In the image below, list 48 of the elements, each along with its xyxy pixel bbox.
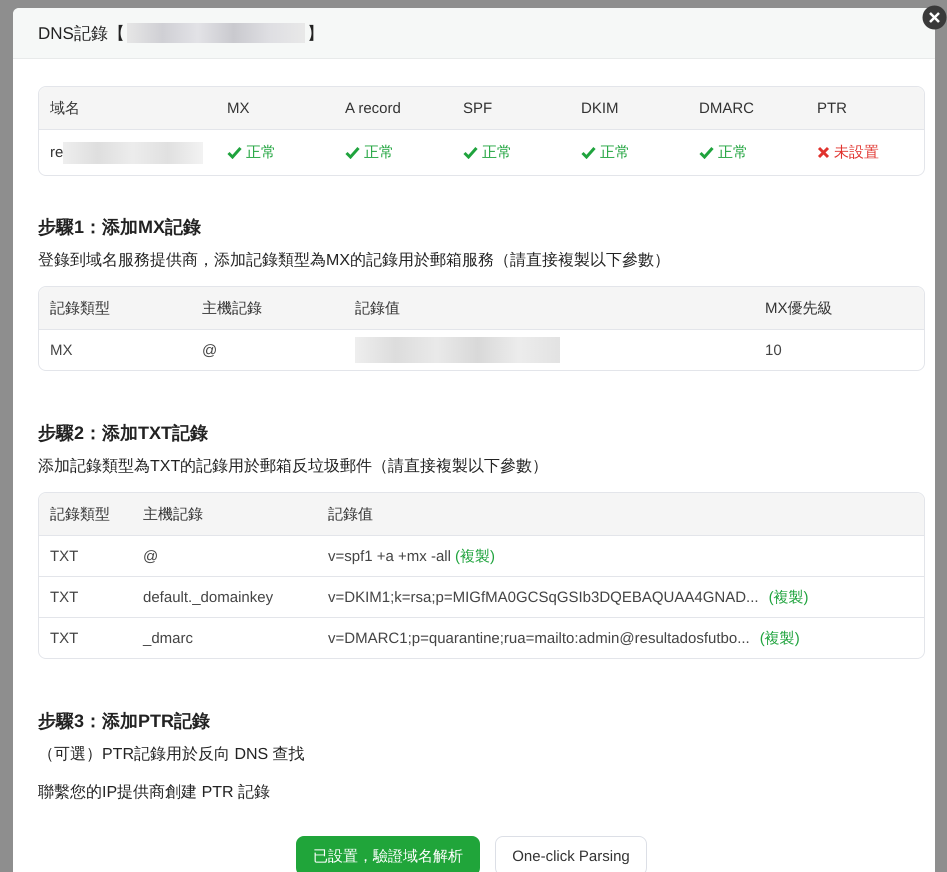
- column-header: 域名: [50, 98, 81, 118]
- column-header: 記錄類型: [50, 298, 111, 318]
- record-value: v=DKIM1;k=rsa;p=MIGfMA0GCSqGSIb3DQEBAQUAA4GNAD...: [328, 588, 759, 606]
- status-text: 正常: [482, 143, 512, 162]
- status-text: 正常: [718, 143, 748, 162]
- verify-button[interactable]: 已設置，驗證域名解析: [296, 836, 480, 872]
- table-cell-text: _dmarc: [143, 630, 194, 646]
- column-header: MX: [227, 100, 250, 116]
- close-icon[interactable]: [922, 5, 947, 30]
- copy-link[interactable]: (複製): [454, 548, 495, 564]
- step-heading: 步驟1：添加MX記錄: [38, 216, 202, 239]
- step-description: 添加記錄類型為TXT的記錄用於郵箱反垃圾郵件（請直接複製以下參數）: [38, 456, 550, 477]
- step-description: 聯繫您的IP提供商創建 PTR 記錄: [38, 782, 272, 803]
- status-text: 正常: [364, 143, 394, 162]
- table-cell-text: 10: [765, 342, 783, 358]
- step-description: （可選）PTR記錄用於反向 DNS 查找: [38, 744, 306, 765]
- column-header: DKIM: [581, 100, 620, 116]
- dialog-title: DNS記錄【: [38, 22, 125, 44]
- table-cell-text: TXT: [50, 548, 80, 564]
- step-heading: 步驟3：添加PTR記錄: [38, 710, 212, 733]
- column-header: 記錄類型: [50, 504, 111, 524]
- table-cell-text: TXT: [50, 630, 80, 646]
- column-header: PTR: [817, 100, 848, 116]
- copy-link[interactable]: (複製): [760, 630, 800, 646]
- title-bracket: 】: [306, 22, 324, 44]
- column-header: A record: [345, 100, 402, 116]
- status-text: 正常: [600, 143, 630, 162]
- column-header: SPF: [463, 100, 494, 116]
- step-description: 登錄到域名服務提供商，添加記錄類型為MX的記錄用於郵箱服務（請直接複製以下參數）: [38, 250, 671, 271]
- step-heading: 步驟2：添加TXT記錄: [38, 422, 210, 445]
- table-cell-text: TXT: [50, 588, 80, 606]
- column-header: 主機記錄: [143, 504, 204, 524]
- record-value: v=DMARC1;p=quarantine;rua=mailto:admin@resultadosfutbo...: [328, 630, 750, 646]
- column-header: 記錄值: [328, 504, 374, 524]
- column-header: 記錄值: [355, 298, 401, 318]
- table-cell-text: default._domainkey: [143, 588, 274, 606]
- status-text: 未設置: [834, 143, 879, 162]
- domain-name: re: [50, 144, 64, 161]
- record-value: v=spf1 +a +mx -all: [328, 548, 451, 564]
- column-header: DMARC: [699, 100, 755, 116]
- copy-link[interactable]: (複製): [768, 588, 809, 606]
- column-header: MX優先級: [765, 298, 834, 318]
- table-cell-text: @: [143, 548, 160, 564]
- status-text: 正常: [246, 143, 276, 162]
- parsing-button[interactable]: One-click Parsing: [495, 836, 647, 872]
- column-header: 主機記錄: [202, 298, 263, 318]
- table-cell-text: @: [202, 342, 218, 358]
- table-cell-text: MX: [50, 342, 74, 358]
